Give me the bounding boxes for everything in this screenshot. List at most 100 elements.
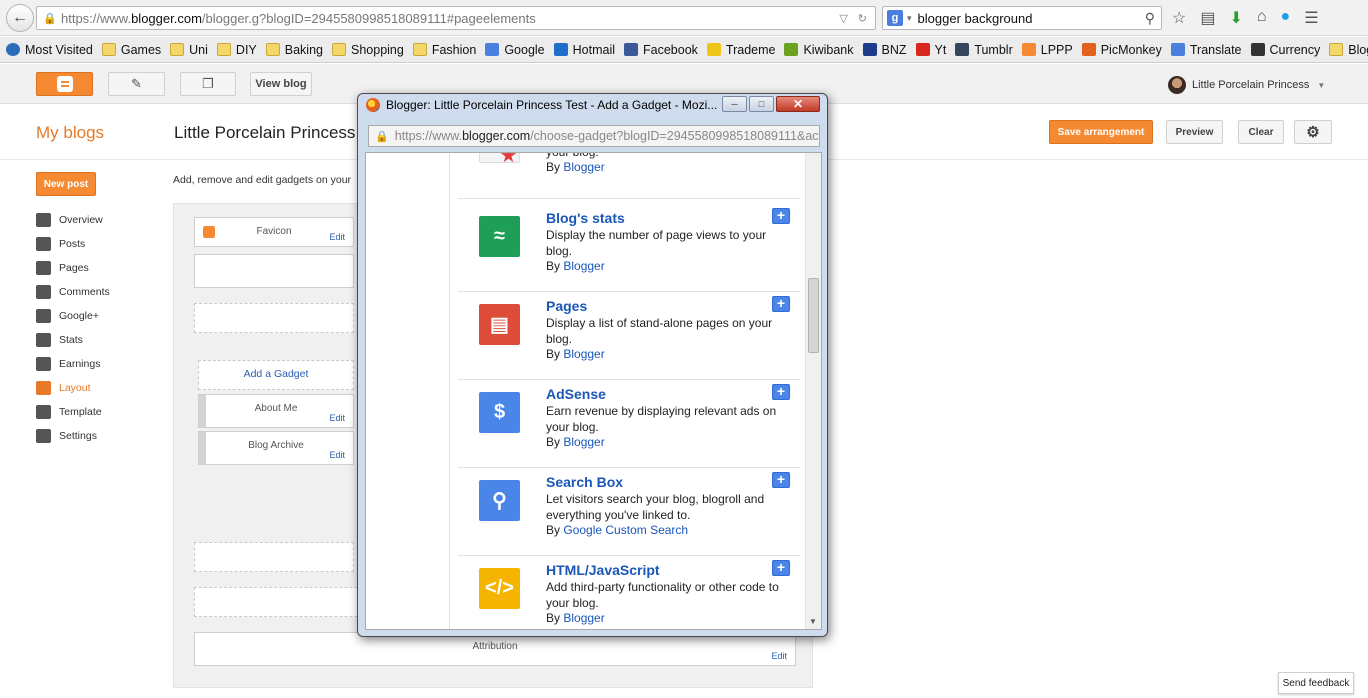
gadget-name[interactable]: Blog's stats	[546, 210, 625, 226]
add-gadget-link[interactable]: Add a Gadget	[199, 368, 353, 380]
bookmark-item[interactable]: Translate	[1170, 43, 1242, 57]
maximize-button[interactable]: □	[749, 96, 774, 112]
download-icon[interactable]: ⬇	[1229, 8, 1242, 28]
search-bar[interactable]: g ▾ blogger background ⚲	[882, 6, 1162, 30]
add-gadget-button[interactable]: +	[772, 296, 790, 312]
dropdown-icon[interactable]: ▽	[839, 12, 847, 25]
author-link[interactable]: Blogger	[563, 160, 604, 174]
bookmark-item[interactable]: Kiwibank	[784, 43, 854, 57]
attribution-gadget[interactable]: Attribution Edit	[194, 632, 796, 666]
skype-icon[interactable]: ●	[1281, 8, 1291, 28]
bookmark-item[interactable]: Trademe	[706, 43, 775, 57]
outlook-icon	[553, 43, 568, 56]
view-blog-button[interactable]: View blog	[250, 72, 312, 96]
reading-list-icon[interactable]: ▤	[1200, 8, 1215, 28]
bookmark-item[interactable]: Tumblr	[955, 43, 1013, 57]
folder-icon	[1329, 43, 1344, 56]
back-button[interactable]: ←	[6, 4, 34, 32]
blog-archive-gadget[interactable]: Blog Archive Edit	[198, 431, 354, 465]
home-icon[interactable]: ⌂	[1257, 8, 1267, 28]
close-button[interactable]: ✕	[776, 96, 820, 112]
feature-star-icon: ★	[479, 153, 520, 167]
bookmark-item[interactable]: Games	[101, 43, 161, 57]
user-menu[interactable]: Little Porcelain Princess ▼	[1168, 76, 1325, 94]
sidebar-item-layout[interactable]: Layout	[36, 376, 110, 400]
sidebar-item-comments[interactable]: Comments	[36, 280, 110, 304]
bookmark-item[interactable]: Hotmail	[553, 43, 615, 57]
add-gadget-slot[interactable]: Add a Gadget	[198, 360, 354, 390]
bookmark-label: Facebook	[643, 42, 698, 57]
popup-titlebar[interactable]: Blogger: Little Porcelain Princess Test …	[366, 98, 717, 112]
bookmark-item[interactable]: Blog	[1329, 43, 1368, 57]
sidebar-item-template[interactable]: Template	[36, 400, 110, 424]
sidebar-item-posts[interactable]: Posts	[36, 232, 110, 256]
author-link[interactable]: Google Custom Search	[563, 523, 688, 537]
bookmark-item[interactable]: Shopping	[332, 43, 404, 57]
settings-gear-button[interactable]: ⚙	[1294, 120, 1332, 144]
sidebar-item-pages[interactable]: Pages	[36, 256, 110, 280]
posts-list-button[interactable]: ❐	[180, 72, 236, 96]
bookmarks-bar: Most Visited Games Uni DIY Baking Shopping Fas…	[0, 37, 1368, 63]
scrollbar[interactable]: ▼	[805, 153, 821, 629]
author-link[interactable]: Blogger	[563, 347, 604, 361]
bookmark-item[interactable]: Most Visited	[6, 43, 93, 57]
google-icon[interactable]: g	[887, 10, 903, 26]
blogger-home-button[interactable]	[36, 72, 93, 96]
add-gadget-button[interactable]: +	[772, 384, 790, 400]
author-link[interactable]: Blogger	[563, 611, 604, 625]
save-arrangement-button[interactable]: Save arrangement	[1049, 120, 1153, 144]
sidebar-item-overview[interactable]: Overview	[36, 208, 110, 232]
add-gadget-button[interactable]: +	[772, 560, 790, 576]
gadget-name[interactable]: Search Box	[546, 474, 623, 490]
about-me-gadget[interactable]: About Me Edit	[198, 394, 354, 428]
send-feedback-button[interactable]: Send feedback	[1278, 672, 1354, 694]
sidebar-item-settings[interactable]: Settings	[36, 424, 110, 448]
bookmark-item[interactable]: LPPP	[1021, 43, 1073, 57]
sidebar-item-earnings[interactable]: Earnings	[36, 352, 110, 376]
scrollbar-thumb[interactable]	[808, 278, 819, 353]
add-gadget-button[interactable]: +	[772, 472, 790, 488]
bookmark-item[interactable]: Currency	[1250, 43, 1320, 57]
bookmark-item[interactable]: PicMonkey	[1081, 43, 1162, 57]
bookmark-item[interactable]: BNZ	[862, 43, 907, 57]
sidebar-item-stats[interactable]: Stats	[36, 328, 110, 352]
sidebar-item-google[interactable]: Google+	[36, 304, 110, 328]
bookmark-item[interactable]: Uni	[170, 43, 208, 57]
bookmark-item[interactable]: Baking	[265, 43, 323, 57]
maximize-icon: □	[758, 99, 765, 109]
reload-icon[interactable]: ↻	[858, 12, 867, 25]
add-gadget-button[interactable]: +	[772, 208, 790, 224]
gadget-name[interactable]: AdSense	[546, 386, 606, 402]
address-bar[interactable]: 🔒 https://www. blogger.com/blogger.g?blog…	[36, 6, 876, 30]
bnz-icon	[862, 43, 877, 56]
bookmark-item[interactable]: DIY	[216, 43, 257, 57]
minimize-button[interactable]: ─	[722, 96, 747, 112]
star-icon[interactable]: ☆	[1172, 8, 1186, 28]
search-icon[interactable]: ⚲	[1145, 10, 1155, 27]
bookmark-item[interactable]: Google	[485, 43, 545, 57]
edit-link[interactable]: Edit	[329, 450, 345, 460]
preview-button[interactable]: Preview	[1166, 120, 1223, 144]
chevron-down-icon[interactable]: ▾	[907, 13, 912, 24]
popup-address-bar[interactable]: 🔒 https://www. blogger.com/choose-gadget?…	[368, 125, 820, 147]
edit-link[interactable]: Edit	[771, 651, 787, 661]
edit-post-button[interactable]: ✎	[108, 72, 165, 96]
bookmark-item[interactable]: Fashion	[412, 43, 476, 57]
bookmark-item[interactable]: Facebook	[624, 43, 698, 57]
new-post-button[interactable]: New post	[36, 172, 96, 196]
menu-icon[interactable]: ☰	[1304, 8, 1318, 28]
edit-link[interactable]: Edit	[329, 413, 345, 423]
header-gadget[interactable]	[194, 254, 354, 288]
author-link[interactable]: Blogger	[563, 259, 604, 273]
by-label: By	[546, 259, 561, 273]
bookmark-item[interactable]: Yt	[915, 43, 946, 57]
clear-button[interactable]: Clear	[1238, 120, 1284, 144]
edit-link[interactable]: Edit	[329, 232, 345, 242]
scroll-down-icon[interactable]: ▼	[809, 617, 817, 626]
favicon-gadget[interactable]: Favicon Edit	[194, 217, 354, 247]
gadget-name[interactable]: HTML/JavaScript	[546, 562, 660, 578]
author-link[interactable]: Blogger	[563, 435, 604, 449]
gadget-name[interactable]: Pages	[546, 298, 587, 314]
my-blogs-link[interactable]: My blogs	[36, 123, 104, 143]
browser-toolbar: ← 🔒 https://www. blogger.com/blogger.g?bl…	[0, 0, 1368, 36]
